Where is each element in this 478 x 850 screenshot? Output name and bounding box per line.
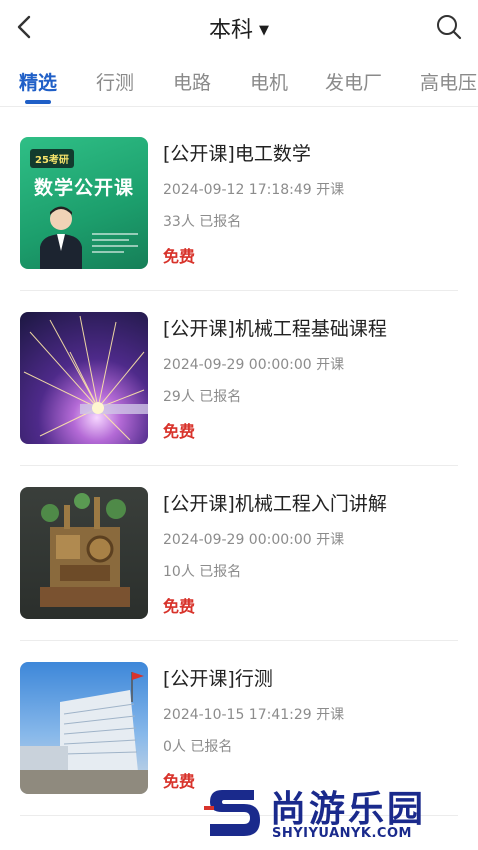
price-label: 免费 (163, 422, 196, 441)
course-start-time: 2024-09-29 00:00:00 开课 (163, 357, 345, 373)
price-label: 免费 (163, 597, 196, 616)
divider (20, 290, 458, 291)
enrollment-count: 33人 已报名 (163, 214, 242, 230)
search-icon (437, 15, 462, 40)
tab-motor[interactable]: 电机 (250, 68, 288, 95)
course-thumbnail (20, 662, 148, 794)
course-start-time: 2024-09-29 00:00:00 开课 (163, 532, 345, 548)
building-image (20, 672, 148, 794)
machine-image (40, 493, 130, 607)
page-title: 本科 (208, 18, 253, 43)
watermark-url: SHYIYUANYK.COM (272, 826, 412, 841)
category-tabs: 精选 行测 电路 电机 发电厂 高电压 (0, 62, 478, 106)
course-title: [公开课]行测 (163, 668, 273, 690)
course-item[interactable]: [公开课]机械工程基础课程 2024-09-29 00:00:00 开课 29人… (0, 312, 478, 486)
course-start-time: 2024-09-12 17:18:49 开课 (163, 182, 345, 198)
thumbnail-badge: 25考研 (30, 149, 74, 168)
course-title: [公开课]机械工程基础课程 (163, 318, 387, 340)
price-label: 免费 (163, 247, 196, 266)
tab-xingce[interactable]: 行测 (96, 68, 134, 95)
enrollment-count: 10人 已报名 (163, 564, 242, 580)
tab-circuit[interactable]: 电路 (173, 68, 211, 95)
sparks-image (23, 315, 148, 441)
active-tab-indicator (25, 100, 51, 104)
category-selector[interactable]: 本科 ▼ (0, 12, 478, 44)
divider (0, 106, 478, 107)
course-title: [公开课]电工数学 (163, 143, 311, 165)
enrollment-count: 0人 已报名 (163, 739, 233, 755)
caret-down-icon: ▼ (259, 23, 269, 38)
tab-high-voltage[interactable]: 高电压 (420, 68, 477, 95)
price-label: 免费 (163, 772, 196, 791)
course-thumbnail: 25考研 数学公开课 (20, 137, 148, 269)
watermark-name: 尚游乐园 (270, 789, 427, 830)
thumbnail-title: 数学公开课 (33, 177, 134, 199)
course-item[interactable]: 25考研 数学公开课 [公开课]电工数学 2024-09-12 17:18:49… (0, 137, 478, 311)
tab-featured[interactable]: 精选 (19, 68, 57, 95)
watermark-logo-icon (204, 790, 260, 836)
watermark: 尚游乐园 SHYIYUANYK.COM (196, 778, 478, 850)
course-thumbnail (20, 487, 148, 619)
thumbnail-text-lines (92, 233, 138, 257)
course-title: [公开课]机械工程入门讲解 (163, 493, 387, 515)
course-item[interactable]: [公开课]机械工程入门讲解 2024-09-29 00:00:00 开课 10人… (0, 487, 478, 661)
search-button[interactable] (434, 12, 464, 42)
divider (20, 640, 458, 641)
enrollment-count: 29人 已报名 (163, 389, 242, 405)
teacher-portrait (40, 206, 82, 269)
tab-power-plant[interactable]: 发电厂 (325, 68, 382, 95)
divider (20, 465, 458, 466)
top-bar: 本科 ▼ (0, 0, 478, 56)
course-thumbnail (20, 312, 148, 444)
course-start-time: 2024-10-15 17:41:29 开课 (163, 707, 345, 723)
